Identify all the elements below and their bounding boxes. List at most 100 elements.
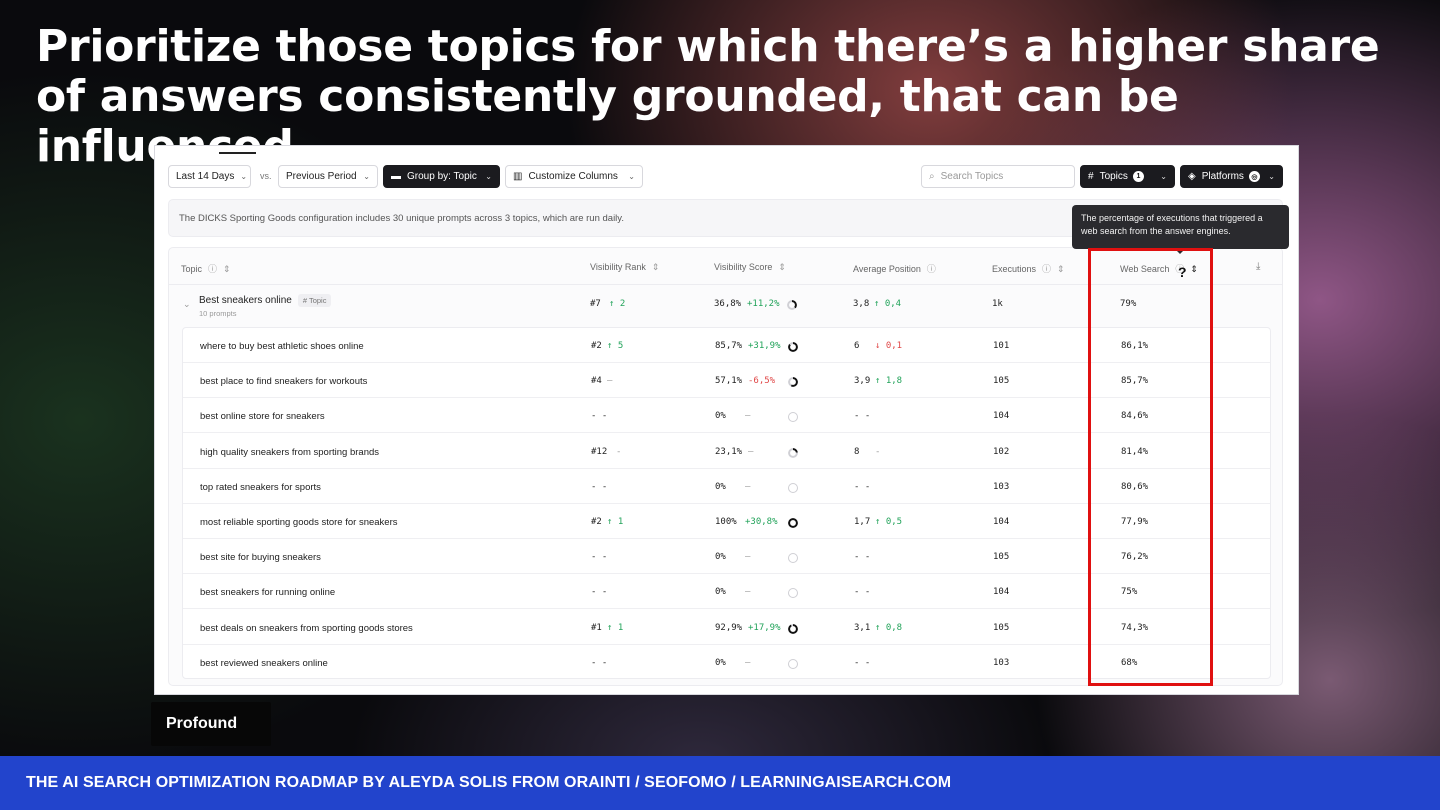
topic-tag: # Topic (297, 294, 332, 307)
download-icon[interactable]: ⤓ (1256, 261, 1260, 272)
visibility-score: 92,9% (715, 622, 743, 633)
prompt-count: 10 prompts (199, 309, 237, 318)
visibility-rank: - - (591, 411, 608, 422)
score-ring-indicator (788, 412, 798, 423)
column-label: Average Position (853, 264, 921, 274)
average-position: - - (854, 481, 871, 492)
prompt-text: most reliable sporting goods store for s… (200, 517, 398, 528)
average-position: 1,7 (854, 517, 871, 527)
visibility-rank: #1 (591, 622, 602, 633)
visibility-rank: #12 (591, 446, 608, 457)
rank-delta: ↑ 5 (607, 341, 624, 351)
sort-icon[interactable]: ⇕ (223, 264, 231, 274)
info-icon: ⓘ (208, 264, 218, 274)
average-position: 8 (854, 446, 860, 457)
executions: 103 (993, 657, 1010, 668)
topic-score: 36,8% (714, 299, 742, 309)
sort-icon[interactable]: ⇕ (778, 262, 786, 272)
visibility-rank: - - (591, 552, 608, 563)
average-position: 3,1 (854, 622, 871, 633)
sort-icon[interactable]: ⇕ (652, 262, 660, 272)
score-delta: -6,5% (748, 376, 776, 387)
position-delta: ↑ 0,5 (875, 517, 903, 527)
score-delta: +31,9% (748, 341, 781, 351)
visibility-score: 85,7% (715, 341, 743, 351)
platforms-filter-button[interactable]: ◈ Platforms ◎ ⌄ (1180, 165, 1283, 188)
toolbar: Last 14 Days ⌄ vs. Previous Period ⌄ ▬ G… (168, 165, 1283, 189)
topics-count-badge: 1 (1132, 171, 1144, 182)
prompt-text: best deals on sneakers from sporting goo… (200, 622, 413, 634)
chevron-down-icon: ⌄ (628, 172, 635, 181)
compare-period-label: Previous Period (286, 171, 357, 182)
topics-filter-button[interactable]: # Topics 1 ⌄ (1080, 165, 1175, 188)
score-ring-indicator (788, 447, 798, 458)
sort-icon[interactable]: ⇕ (1057, 264, 1065, 274)
score-delta: – (745, 411, 751, 422)
executions: 104 (993, 517, 1010, 527)
average-position: - - (854, 552, 871, 563)
rank-delta: - (616, 446, 622, 457)
customize-columns-label: Customize Columns (528, 171, 618, 182)
average-position: - - (854, 587, 871, 598)
rank-delta: ↑ 1 (607, 517, 624, 527)
score-ring-indicator (788, 588, 798, 599)
score-ring-indicator (788, 482, 798, 493)
footer-banner: THE AI SEARCH OPTIMIZATION ROADMAP BY AL… (0, 756, 1440, 810)
column-header-executions[interactable]: Executions ⓘ ⇕ (992, 262, 1065, 275)
column-header-visibility-rank[interactable]: Visibility Rank ⇕ (590, 262, 659, 273)
visibility-score: 0% (715, 552, 726, 563)
visibility-score: 0% (715, 481, 726, 492)
prompt-text: high quality sneakers from sporting bran… (200, 446, 380, 458)
date-range-label: Last 14 Days (176, 171, 235, 182)
compare-period-select[interactable]: Previous Period ⌄ (278, 165, 378, 188)
executions: 105 (993, 552, 1010, 563)
chevron-down-icon: ⌄ (240, 172, 248, 181)
chevron-down-icon: ⌄ (1268, 172, 1275, 181)
visibility-score: 0% (715, 657, 726, 668)
average-position: - - (854, 411, 871, 422)
visibility-rank: - - (591, 481, 608, 492)
average-position: 3,9 (854, 376, 871, 387)
info-icon: ⓘ (1042, 264, 1052, 274)
column-header-average-position[interactable]: Average Position ⓘ (853, 262, 936, 275)
executions: 105 (993, 622, 1010, 633)
prompt-text: where to buy best athletic shoes online (200, 341, 364, 352)
search-topics-input[interactable]: ⌕ Search Topics (921, 165, 1075, 188)
column-header-topic[interactable]: Topic ⓘ ⇕ (181, 262, 231, 275)
search-icon: ⌕ (929, 171, 935, 182)
score-ring-indicator (788, 377, 798, 388)
prompt-text: best site for buying sneakers (200, 552, 321, 564)
score-delta: – (745, 657, 751, 668)
customize-columns-button[interactable]: ▥ Customize Columns ⌄ (505, 165, 643, 188)
profound-brand-label: Profound (151, 702, 271, 746)
topic-executions: 1k (992, 299, 1003, 309)
score-ring-indicator (787, 300, 797, 310)
group-by-select[interactable]: ▬ Group by: Topic ⌄ (383, 165, 500, 188)
visibility-rank: #4 (591, 376, 602, 387)
visibility-score: 57,1% (715, 376, 743, 387)
chevron-down-icon: ⌄ (485, 172, 492, 181)
position-delta: - (875, 446, 881, 457)
date-range-select[interactable]: Last 14 Days ⌄ (168, 165, 251, 188)
visibility-score: 0% (715, 411, 726, 422)
executions: 105 (993, 376, 1010, 387)
column-header-visibility-score[interactable]: Visibility Score ⇕ (714, 262, 786, 273)
average-position: 6 (854, 341, 860, 351)
topic-name: Best sneakers online # Topic (199, 294, 332, 307)
visibility-rank: #2 (591, 517, 602, 527)
prompt-text: best online store for sneakers (200, 411, 325, 423)
position-delta: ↓ 0,1 (875, 341, 903, 351)
vs-label: vs. (260, 171, 272, 181)
prompt-text: top rated sneakers for sports (200, 481, 321, 493)
search-placeholder: Search Topics (940, 171, 1004, 182)
executions: 101 (993, 341, 1010, 351)
chevron-down-icon: ⌄ (1160, 172, 1167, 181)
average-position: - - (854, 657, 871, 668)
score-delta: +30,8% (745, 517, 778, 527)
rank-delta: – (607, 376, 613, 387)
executions: 104 (993, 411, 1010, 422)
platforms-filter-label: Platforms (1201, 171, 1244, 182)
visibility-score: 0% (715, 587, 726, 598)
position-delta: ↑ 0,8 (875, 622, 903, 633)
chevron-down-icon[interactable]: ⌄ (183, 299, 191, 310)
